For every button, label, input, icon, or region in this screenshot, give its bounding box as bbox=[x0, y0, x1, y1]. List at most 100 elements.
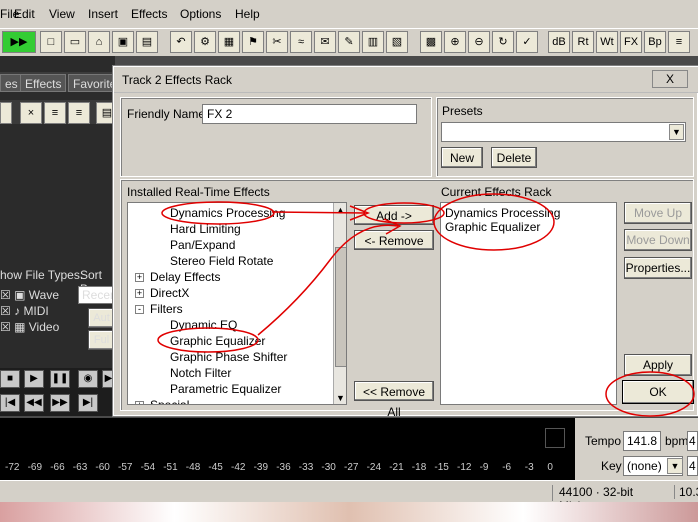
tree-item[interactable]: Special bbox=[150, 398, 189, 404]
grid-icon[interactable]: ▦ bbox=[218, 31, 240, 53]
delete-preset-button[interactable]: Delete bbox=[491, 147, 537, 168]
extra-icon[interactable]: ≡ bbox=[668, 31, 690, 53]
tree-item[interactable]: Hard Limiting bbox=[170, 222, 241, 236]
fx-icon[interactable]: FX bbox=[620, 31, 642, 53]
ruler-tick: -51 bbox=[163, 462, 178, 473]
full-button[interactable]: Ful bbox=[88, 330, 115, 350]
lock-icon[interactable]: ⌂ bbox=[88, 31, 110, 53]
menu-view[interactable]: View bbox=[49, 7, 75, 21]
flag-icon[interactable]: ⚑ bbox=[242, 31, 264, 53]
properties-button[interactable]: Properties... bbox=[624, 257, 692, 279]
fast-forward-icon[interactable]: ▶▶ bbox=[50, 394, 70, 412]
tracks-icon[interactable]: ▧ bbox=[386, 31, 408, 53]
play-loop-icon[interactable]: ◉ bbox=[78, 370, 98, 388]
wave-icon[interactable]: ≈ bbox=[290, 31, 312, 53]
sort-icon[interactable]: ≡ bbox=[68, 102, 90, 124]
settings-icon[interactable]: ⚙ bbox=[194, 31, 216, 53]
tree-expander-icon[interactable]: + bbox=[135, 289, 144, 298]
list-icon[interactable]: ≡ bbox=[44, 102, 66, 124]
save-all-icon[interactable]: ▤ bbox=[136, 31, 158, 53]
current-effects-list[interactable]: Dynamics Processing Graphic Equalizer bbox=[440, 202, 617, 405]
tempo-field[interactable]: 141.8 bbox=[623, 431, 661, 451]
db-icon[interactable]: dB bbox=[548, 31, 570, 53]
save-icon[interactable]: ▣ bbox=[112, 31, 134, 53]
stop-icon[interactable]: ■ bbox=[0, 370, 20, 388]
play-arrow-icon[interactable]: ▶▶ bbox=[2, 31, 36, 53]
scroll-down-icon[interactable]: ▼ bbox=[336, 393, 345, 403]
open-folder-icon[interactable]: ▭ bbox=[64, 31, 86, 53]
add-button[interactable]: Add -> bbox=[354, 205, 434, 225]
tree-item[interactable]: Delay Effects bbox=[150, 270, 220, 284]
folder-icon[interactable] bbox=[0, 102, 12, 124]
current-item-dynamics[interactable]: Dynamics Processing bbox=[445, 206, 560, 220]
tree-item[interactable]: Notch Filter bbox=[170, 366, 231, 380]
loop-icon[interactable]: ↻ bbox=[492, 31, 514, 53]
tree-item[interactable]: DirectX bbox=[150, 286, 189, 300]
check-icon[interactable]: ✓ bbox=[516, 31, 538, 53]
ok-button[interactable]: OK bbox=[622, 380, 694, 404]
pan-icon[interactable]: Rt bbox=[572, 31, 594, 53]
zoom-out-icon[interactable]: ⊖ bbox=[468, 31, 490, 53]
bpm-icon[interactable]: Bp bbox=[644, 31, 666, 53]
ruler-tick: -18 bbox=[411, 462, 427, 473]
tempo-beats-field[interactable]: 4 bbox=[687, 431, 698, 451]
menu-help[interactable]: Help bbox=[235, 7, 260, 21]
tab-effects[interactable]: Effects bbox=[20, 74, 67, 92]
menu-insert[interactable]: Insert bbox=[88, 7, 118, 21]
pause-icon[interactable]: ❚❚ bbox=[50, 370, 70, 388]
current-item-graphic-eq[interactable]: Graphic Equalizer bbox=[445, 220, 540, 234]
remove-button[interactable]: <- Remove bbox=[354, 230, 434, 250]
presets-chevron-down-icon[interactable]: ▼ bbox=[669, 124, 684, 140]
wet-icon[interactable]: Wt bbox=[596, 31, 618, 53]
scissors-icon[interactable]: ✂ bbox=[266, 31, 288, 53]
chevron-down-icon[interactable]: ▼ bbox=[667, 458, 683, 474]
tree-expander-icon[interactable]: + bbox=[135, 273, 144, 282]
play-icon[interactable]: ▶ bbox=[24, 370, 44, 388]
move-down-button[interactable]: Move Down bbox=[624, 229, 692, 251]
move-up-button[interactable]: Move Up bbox=[624, 202, 692, 224]
tree-item[interactable]: Parametric Equalizer bbox=[170, 382, 281, 396]
tree-item[interactable]: Graphic Equalizer bbox=[170, 334, 265, 348]
envelope-icon[interactable]: ✉ bbox=[314, 31, 336, 53]
ruler-tick: 0 bbox=[547, 462, 553, 473]
new-preset-button[interactable]: New bbox=[441, 147, 483, 168]
eq-icon[interactable]: ▩ bbox=[420, 31, 442, 53]
go-start-icon[interactable]: |◀ bbox=[0, 394, 20, 412]
zoom-icon[interactable]: ⊕ bbox=[444, 31, 466, 53]
mixer-icon[interactable]: ▥ bbox=[362, 31, 384, 53]
remove-all-button[interactable]: << Remove All bbox=[354, 381, 434, 419]
tree-item[interactable]: Dynamics Processing bbox=[170, 206, 285, 220]
status-bar: 44100 · 32-bit Mixing 10.3 bbox=[0, 480, 698, 513]
tree-item[interactable]: Filters bbox=[150, 302, 183, 316]
undo-icon[interactable]: ↶ bbox=[170, 31, 192, 53]
wave-checkbox[interactable]: ☒ ▣ Wave bbox=[0, 288, 59, 302]
new-file-icon[interactable]: □ bbox=[40, 31, 62, 53]
video-checkbox[interactable]: ☒ ▦ Video bbox=[0, 320, 59, 334]
menu-edit[interactable]: Edit bbox=[14, 7, 35, 21]
midi-checkbox[interactable]: ☒ ♪ MIDI bbox=[0, 304, 49, 318]
menu-effects[interactable]: Effects bbox=[131, 7, 167, 21]
key-label: Key bbox=[601, 459, 622, 473]
friendly-name-field[interactable]: FX 2 bbox=[202, 104, 417, 124]
tree-item[interactable]: Dynamic EQ bbox=[170, 318, 237, 332]
tree-item[interactable]: Graphic Phase Shifter bbox=[170, 350, 287, 364]
installed-effects-tree[interactable]: Dynamics Processing Hard Limiting Pan/Expa… bbox=[127, 202, 347, 405]
tree-scrollbar[interactable]: ▲ ▼ bbox=[333, 203, 346, 404]
tree-item[interactable]: Stereo Field Rotate bbox=[170, 254, 273, 268]
menu-options[interactable]: Options bbox=[180, 7, 221, 21]
tree-item[interactable]: Pan/Expand bbox=[170, 238, 235, 252]
close-icon[interactable]: X bbox=[652, 70, 688, 88]
apply-button[interactable]: Apply bbox=[624, 354, 692, 376]
tree-expander-icon[interactable]: - bbox=[135, 305, 144, 314]
scroll-thumb[interactable] bbox=[335, 247, 346, 367]
go-end-icon[interactable]: ▶| bbox=[78, 394, 98, 412]
scroll-up-icon[interactable]: ▲ bbox=[336, 205, 345, 215]
presets-select[interactable] bbox=[441, 122, 686, 142]
sort-select[interactable]: Recen bbox=[78, 286, 117, 304]
tree-expander-icon[interactable]: + bbox=[135, 401, 144, 404]
close-file-icon[interactable]: × bbox=[20, 102, 42, 124]
brush-icon[interactable]: ✎ bbox=[338, 31, 360, 53]
key-extra-field[interactable]: 4 bbox=[687, 456, 698, 476]
rewind-icon[interactable]: ◀◀ bbox=[24, 394, 44, 412]
auto-button[interactable]: Aut bbox=[88, 308, 115, 328]
